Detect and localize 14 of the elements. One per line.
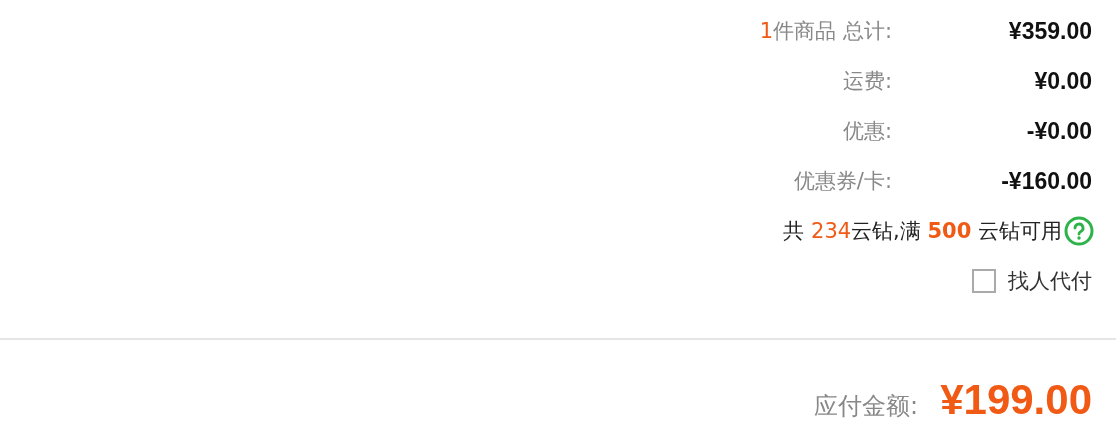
summary-label: 运费: xyxy=(842,68,892,95)
help-icon[interactable] xyxy=(1064,216,1094,246)
summary-value: -¥160.00 xyxy=(1000,167,1092,195)
summary-value: ¥0.00 xyxy=(1033,67,1092,95)
total-amount: ¥199.00 xyxy=(940,376,1092,424)
total-label: 应付金额: xyxy=(814,391,919,422)
summary-label: 1件商品 总计: xyxy=(759,18,892,45)
pay-for-me-label[interactable]: 找人代付 xyxy=(1008,267,1092,295)
summary-label: 优惠券/卡: xyxy=(793,168,892,195)
coins-note: 共 234云钻,满 500 云钻可用 xyxy=(783,218,1062,245)
summary-value: -¥0.00 xyxy=(1025,117,1092,145)
summary-label: 优惠: xyxy=(842,118,892,145)
summary-value: ¥359.00 xyxy=(1007,17,1092,45)
checkbox[interactable] xyxy=(972,269,996,293)
